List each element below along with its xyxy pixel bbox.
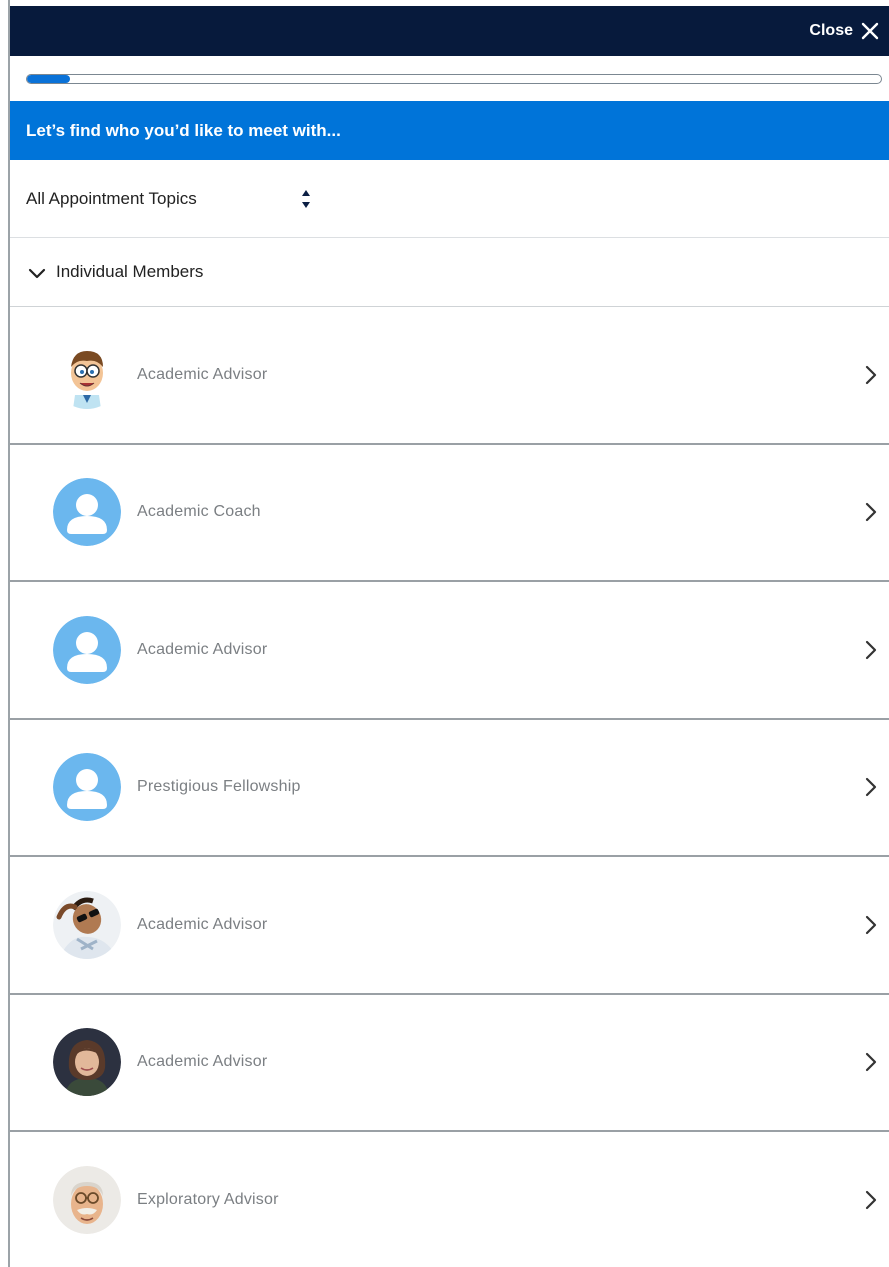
member-row[interactable]: Prestigious Fellowship (10, 720, 889, 857)
avatar (53, 753, 121, 822)
cartoon-man-avatar-icon (53, 340, 121, 409)
member-role: Academic Advisor (137, 915, 268, 933)
progress-fill (27, 74, 70, 83)
chevron-right-icon (865, 640, 877, 660)
sort-arrows-icon (301, 188, 311, 210)
photo-woman-avatar-icon (53, 1028, 121, 1097)
user-placeholder-icon (53, 753, 121, 822)
chevron-right-icon (865, 915, 877, 935)
avatar (53, 890, 121, 959)
member-list: Academic Advisor Academic Coach Academic… (10, 307, 889, 1267)
member-role: Academic Coach (137, 503, 261, 521)
member-role: Prestigious Fellowship (137, 778, 301, 796)
chevron-right-icon (865, 1190, 877, 1210)
chevron-right-icon (865, 1052, 877, 1072)
member-role: Academic Advisor (137, 1053, 268, 1071)
member-role: Academic Advisor (137, 640, 268, 658)
topic-select-value: All Appointment Topics (26, 188, 197, 208)
topic-filter-row: All Appointment Topics (10, 160, 889, 238)
avatar (53, 340, 121, 409)
avatar (53, 615, 121, 684)
banner-text: Let’s find who you’d like to meet with..… (26, 120, 341, 140)
avatar (53, 1165, 121, 1234)
chevron-right-icon (865, 777, 877, 797)
user-placeholder-icon (53, 615, 121, 684)
scheduling-panel: Close Let’s find who you’d like to meet … (10, 6, 889, 1267)
close-icon[interactable] (861, 22, 879, 40)
avatar (53, 1028, 121, 1097)
step-banner: Let’s find who you’d like to meet with..… (10, 101, 889, 160)
member-row[interactable]: Academic Advisor (10, 995, 889, 1132)
cartoon-old-man-avatar-icon (53, 1165, 121, 1234)
topic-select[interactable]: All Appointment Topics (26, 188, 311, 210)
user-placeholder-icon (53, 478, 121, 547)
close-button[interactable]: Close (809, 22, 879, 40)
top-bar: Close (10, 6, 889, 56)
close-label: Close (809, 22, 853, 39)
member-row[interactable]: Academic Advisor (10, 582, 889, 720)
chevron-down-icon (28, 266, 46, 279)
page: Close Let’s find who you’d like to meet … (0, 0, 889, 1267)
member-role: Academic Advisor (137, 365, 268, 383)
member-row[interactable]: Exploratory Advisor (10, 1132, 889, 1267)
group-toggle-individual-members[interactable]: Individual Members (10, 238, 889, 307)
member-row[interactable]: Academic Advisor (10, 857, 889, 995)
member-row[interactable]: Academic Advisor (10, 307, 889, 445)
group-label: Individual Members (56, 262, 204, 281)
avatar (53, 478, 121, 547)
member-row[interactable]: Academic Coach (10, 445, 889, 582)
progress-bar (26, 73, 882, 84)
chevron-right-icon (865, 365, 877, 385)
photo-sunglasses-avatar-icon (53, 890, 121, 959)
progress-area (10, 56, 889, 101)
member-role: Exploratory Advisor (137, 1190, 279, 1208)
chevron-right-icon (865, 502, 877, 522)
